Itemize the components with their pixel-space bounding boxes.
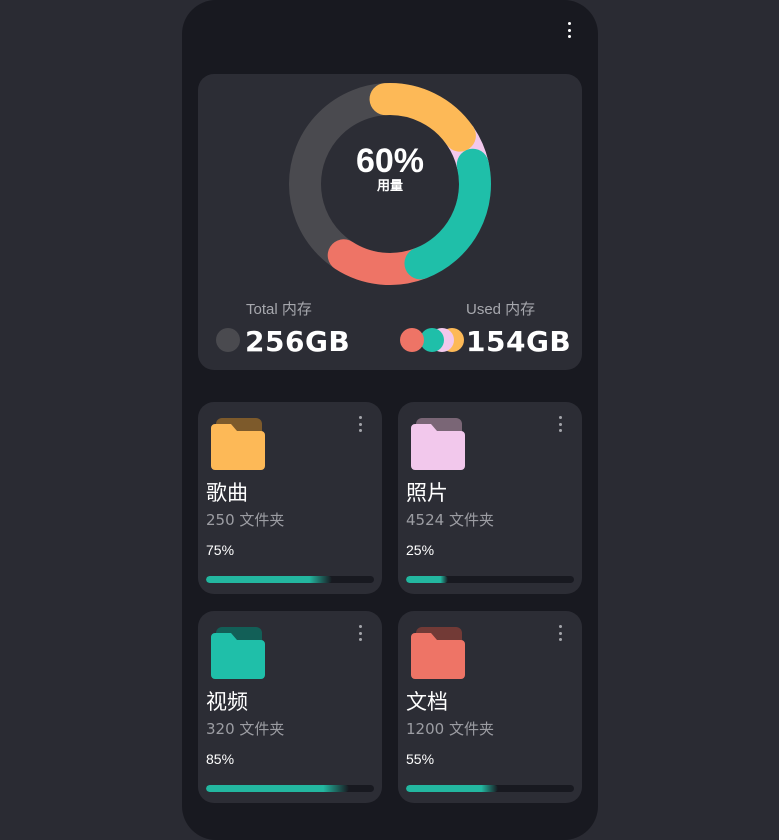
category-percent: 75%: [206, 542, 235, 558]
docs-legend-dot: [400, 328, 424, 352]
category-progress-fill: [206, 576, 332, 583]
card-more-icon[interactable]: [358, 625, 362, 641]
usage-label: 用量: [376, 178, 403, 193]
category-progress: [406, 785, 574, 792]
category-progress-fill: [406, 576, 448, 583]
phone-frame: 60% 用量 Total 内存 256GB Used 内存 154GB 歌曲 2…: [182, 0, 598, 840]
category-title: 文档: [406, 690, 448, 714]
total-legend-dot: [216, 328, 240, 352]
total-storage-value: 256GB: [245, 325, 351, 358]
category-title: 照片: [406, 481, 448, 505]
card-more-icon[interactable]: [558, 625, 562, 641]
card-more-icon[interactable]: [558, 416, 562, 432]
category-card-videos[interactable]: 视频 320 文件夹 85%: [198, 611, 382, 803]
category-card-songs[interactable]: 歌曲 250 文件夹 75%: [198, 402, 382, 594]
category-progress-fill: [206, 785, 349, 792]
category-count: 250 文件夹: [206, 511, 285, 529]
category-progress-fill: [406, 785, 499, 792]
category-progress: [206, 576, 374, 583]
usage-percent: 60%: [355, 142, 425, 180]
category-title: 歌曲: [206, 481, 248, 505]
category-title: 视频: [206, 690, 248, 714]
category-progress: [406, 576, 574, 583]
category-progress: [206, 785, 374, 792]
total-storage-label: Total 内存: [246, 301, 312, 318]
category-card-docs[interactable]: 文档 1200 文件夹 55%: [398, 611, 582, 803]
category-count: 320 文件夹: [206, 720, 285, 738]
category-percent: 85%: [206, 751, 235, 767]
more-options-icon[interactable]: [567, 22, 571, 38]
category-count: 4524 文件夹: [406, 511, 494, 529]
category-percent: 25%: [406, 542, 435, 558]
folder-icon: [211, 633, 265, 679]
used-storage-label: Used 内存: [466, 301, 536, 318]
folder-icon: [411, 424, 465, 470]
storage-summary-card: 60% 用量 Total 内存 256GB Used 内存 154GB: [198, 74, 582, 370]
donut-center-label: 60% 用量: [286, 142, 494, 194]
category-card-photos[interactable]: 照片 4524 文件夹 25%: [398, 402, 582, 594]
donut-songs-segment: [369, 83, 476, 152]
used-storage-value: 154GB: [466, 325, 572, 358]
category-percent: 55%: [406, 751, 435, 767]
category-count: 1200 文件夹: [406, 720, 494, 738]
folder-icon: [211, 424, 265, 470]
card-more-icon[interactable]: [358, 416, 362, 432]
folder-icon: [411, 633, 465, 679]
